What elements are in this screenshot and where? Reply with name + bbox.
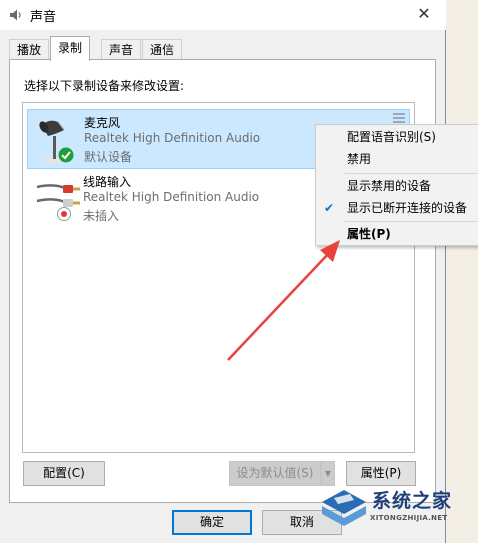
tab-sounds[interactable]: 声音 (101, 39, 142, 60)
set-default-dropdown-arrow[interactable]: ▼ (321, 461, 335, 486)
menu-item-disable[interactable]: 禁用 (316, 148, 478, 170)
title-bar: 声音 ✕ (0, 0, 446, 30)
instruction-label: 选择以下录制设备来修改设置: (24, 79, 185, 93)
configure-button[interactable]: 配置(C) (23, 461, 105, 486)
ok-button[interactable]: 确定 (172, 510, 252, 535)
chevron-down-icon: ▼ (324, 469, 332, 478)
device-driver: Realtek High Definition Audio (84, 131, 261, 145)
device-context-menu: 配置语音识别(S) 禁用 显示禁用的设备 ✔ 显示已断开连接的设备 属性(P) (315, 124, 478, 246)
menu-item-show-disconnected[interactable]: ✔ 显示已断开连接的设备 (316, 197, 478, 219)
watermark-url: XITONGZHIJIA.NET (370, 514, 448, 522)
level-meter-icon (393, 113, 405, 123)
menu-item-label: 禁用 (347, 152, 372, 166)
window-title: 声音 (30, 10, 57, 25)
sound-dialog: 声音 ✕ 播放 录制 声音 通信 选择以下录制设备来修改设置: 麦克风 Real… (0, 0, 446, 543)
close-icon: ✕ (417, 4, 431, 23)
checkmark-icon: ✔ (324, 201, 335, 215)
unplugged-icon (57, 207, 71, 221)
tab-communications[interactable]: 通信 (142, 39, 183, 60)
menu-item-label: 配置语音识别(S) (347, 130, 436, 144)
menu-item-label: 显示禁用的设备 (347, 179, 432, 193)
properties-button[interactable]: 属性(P) (346, 461, 416, 486)
menu-item-properties[interactable]: 属性(P) (316, 223, 478, 245)
watermark: 系统之家 XITONGZHIJIA.NET (318, 484, 478, 543)
menu-item-label: 属性(P) (347, 227, 391, 241)
tab-playback[interactable]: 播放 (9, 39, 50, 60)
default-check-icon (58, 147, 74, 163)
menu-separator (345, 173, 478, 174)
set-default-button[interactable]: 设为默认值(S) (229, 461, 321, 486)
menu-item-configure-speech[interactable]: 配置语音识别(S) (316, 126, 478, 148)
site-logo-icon (322, 490, 366, 526)
watermark-brand: 系统之家 (372, 490, 453, 512)
close-button[interactable]: ✕ (412, 3, 436, 25)
menu-item-show-disabled[interactable]: 显示禁用的设备 (316, 175, 478, 197)
speaker-icon (10, 9, 21, 21)
menu-separator (345, 221, 478, 222)
device-driver: Realtek High Definition Audio (83, 190, 260, 204)
tab-recording[interactable]: 录制 (50, 36, 91, 61)
device-name: 线路输入 (83, 175, 132, 189)
device-status: 默认设备 (84, 150, 133, 164)
device-name: 麦克风 (84, 116, 121, 130)
menu-item-label: 显示已断开连接的设备 (347, 201, 468, 215)
device-status: 未插入 (83, 209, 120, 223)
